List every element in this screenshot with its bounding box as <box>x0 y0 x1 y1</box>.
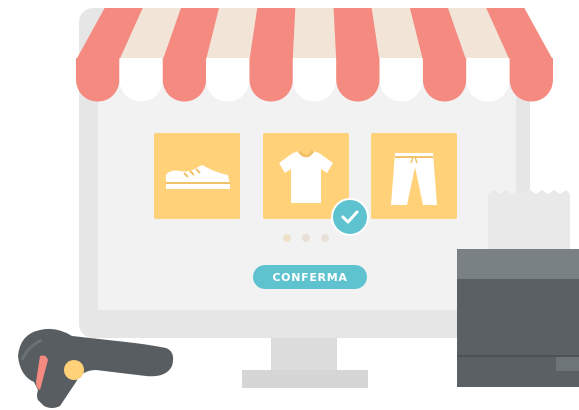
confirm-button[interactable]: CONFERMA <box>253 265 367 289</box>
barcode-scanner-icon <box>18 328 174 408</box>
monitor-stand-base <box>242 370 368 388</box>
product-tile-trousers[interactable] <box>371 133 457 219</box>
awning-scallop <box>379 58 423 102</box>
awning-scallop <box>206 58 250 102</box>
product-tile-sneaker[interactable] <box>154 133 240 219</box>
register-drawer-handle <box>556 357 579 371</box>
carousel-dot-3[interactable] <box>321 234 329 242</box>
awning-scallop <box>336 58 380 102</box>
carousel-dot-1[interactable] <box>283 234 291 242</box>
awning-scallop <box>509 58 553 102</box>
awning-scallop <box>466 58 510 102</box>
awning-scallop <box>422 58 467 102</box>
awning-scallop <box>249 58 293 102</box>
shop-awning <box>76 8 553 102</box>
checkmark-icon <box>341 210 359 224</box>
register-top-panel <box>457 249 579 279</box>
trousers-icon <box>391 153 437 205</box>
awning-stripe <box>333 8 380 60</box>
awning-scallop <box>119 58 163 102</box>
selected-checkmark <box>331 198 369 236</box>
awning-scallop <box>76 58 120 102</box>
carousel-dot-2[interactable] <box>302 234 310 242</box>
awning-stripe <box>249 8 296 60</box>
awning-scallop <box>162 58 207 102</box>
monitor-stand-neck <box>271 338 337 370</box>
sneaker-icon <box>166 165 230 189</box>
awning-scallop <box>292 58 337 102</box>
awning-stripe <box>292 8 337 60</box>
